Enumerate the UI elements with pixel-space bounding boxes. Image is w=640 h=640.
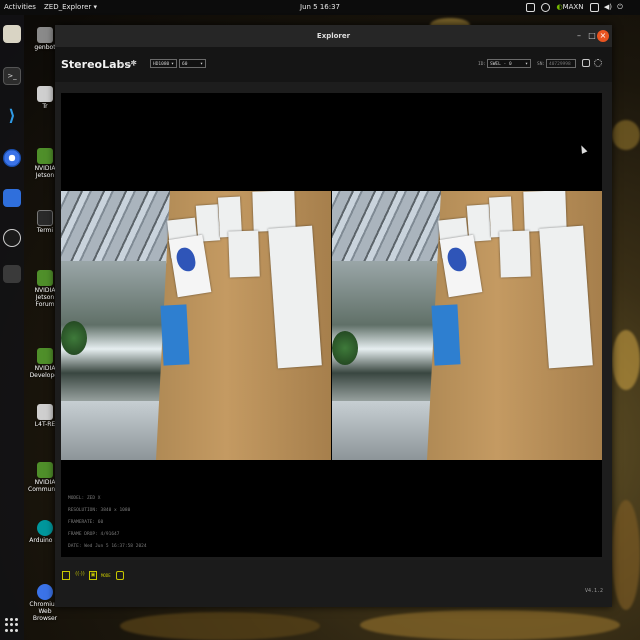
- desktop: Activities ZED_Explorer ▾ Jun 5 16:37 ◐M…: [0, 0, 640, 640]
- desktop-icon-label: L4T-RE: [34, 421, 56, 428]
- camera-snapshot-icon[interactable]: [116, 571, 124, 580]
- system-tray[interactable]: ◐MAXN ◀) ⏻: [522, 0, 623, 15]
- app-header: StereoLabs* LIVE HD1080 ▾ 60 ▾ ID: SWEL - …: [55, 47, 612, 82]
- volume-icon[interactable]: ◀): [604, 3, 612, 11]
- app-menu-label: ZED_Explorer: [44, 3, 92, 11]
- activities-button[interactable]: Activities: [4, 0, 36, 15]
- chromium-icon: [37, 584, 53, 600]
- resolution-value: HD1080: [153, 62, 170, 67]
- desktop-icon-label: NVIDIA Jetson Forum: [34, 287, 56, 308]
- zed-explorer-icon[interactable]: [3, 265, 21, 283]
- wallpaper-bokeh: [120, 612, 320, 640]
- top-bar: Activities ZED_Explorer ▾ Jun 5 16:37 ◐M…: [0, 0, 640, 15]
- camera-id-select[interactable]: SWEL - 0 ▾: [487, 59, 531, 68]
- refresh-icon[interactable]: [582, 59, 590, 67]
- nvidia-icon: [37, 148, 53, 164]
- serial-number-field: 40729998: [546, 59, 576, 68]
- vscode-icon[interactable]: ⟩: [3, 107, 21, 125]
- fps-select[interactable]: 60 ▾: [179, 59, 206, 68]
- video-mode-icon[interactable]: ▣: [89, 571, 97, 580]
- left-camera-image: [61, 191, 331, 460]
- streaming-icon[interactable]: ((·)): [75, 571, 85, 580]
- arduino-icon: [37, 520, 53, 536]
- wallpaper-bokeh: [360, 610, 620, 640]
- network-wired-icon[interactable]: [589, 2, 599, 12]
- files-icon[interactable]: [3, 25, 21, 43]
- wallpaper-bokeh: [612, 500, 640, 610]
- serial-number-value: 40729998: [549, 62, 571, 67]
- nvidia-icon: [37, 348, 53, 364]
- show-apps-icon[interactable]: [5, 618, 19, 632]
- file-icon[interactable]: [62, 571, 70, 580]
- camera-view[interactable]: MODEL: ZED X RESOLUTION: 3840 x 1080 FRA…: [61, 93, 602, 557]
- settings-gear-icon[interactable]: [594, 59, 602, 67]
- window-titlebar[interactable]: Explorer – □ ×: [55, 25, 612, 47]
- version-label: V4.1.2: [584, 588, 603, 594]
- minimize-button[interactable]: –: [573, 30, 585, 42]
- app-menu[interactable]: ZED_Explorer ▾: [44, 0, 97, 15]
- mode-label: MODE: [101, 573, 111, 578]
- info-date: DATE: Wed Jun 5 16:37:58 2024: [68, 544, 147, 549]
- nvidia-icon: [37, 462, 53, 478]
- nvidia-icon: [37, 270, 53, 286]
- network-icon[interactable]: [541, 2, 551, 12]
- trash-icon: [37, 86, 53, 102]
- sn-label: SN:: [537, 62, 546, 67]
- terminal-icon: [37, 210, 53, 226]
- explorer-window: Explorer – □ × StereoLabs* LIVE HD1080 ▾ …: [55, 25, 612, 607]
- desktop-icon-label: NVIDIA Jetson: [34, 165, 56, 179]
- wallpaper-bokeh: [612, 120, 640, 150]
- terminal-icon[interactable]: >_: [3, 67, 21, 85]
- desktop-icon-label: Termi: [36, 227, 54, 234]
- chevron-down-icon: ▾: [199, 61, 203, 67]
- desktop-icon-label: genbot: [34, 44, 56, 51]
- chevron-down-icon: ▾: [170, 61, 174, 67]
- document-icon: [37, 404, 53, 420]
- right-camera-image: [332, 191, 602, 460]
- camera-id-value: SWEL - 0: [490, 62, 512, 67]
- tray-app-icon[interactable]: [526, 2, 535, 12]
- window-title: Explorer: [316, 32, 351, 40]
- fps-value: 60: [182, 62, 188, 67]
- close-button[interactable]: ×: [597, 30, 609, 42]
- info-frame-drop: FRAME DROP: 4/91647: [68, 532, 120, 537]
- live-label: LIVE: [122, 62, 137, 68]
- power-icon[interactable]: ⏻: [617, 3, 623, 11]
- home-folder-icon: [37, 27, 53, 43]
- dock: >_ ⟩: [0, 15, 24, 640]
- id-label: ID:: [478, 62, 487, 67]
- power-mode-label: MAXN: [562, 3, 584, 11]
- screenshot-app-icon[interactable]: [3, 189, 21, 207]
- chromium-icon[interactable]: [3, 149, 21, 167]
- wallpaper-bokeh: [612, 330, 640, 390]
- resolution-select[interactable]: HD1080 ▾: [150, 59, 177, 68]
- bottom-toolbar: ((·)) ▣ MODE V4.1.2: [55, 560, 612, 607]
- clock[interactable]: Jun 5 16:37: [300, 0, 340, 15]
- info-resolution: RESOLUTION: 3840 x 1080: [68, 508, 131, 513]
- obs-icon[interactable]: [3, 229, 21, 247]
- camera-info-overlay: MODEL: ZED X RESOLUTION: 3840 x 1080 FRA…: [68, 493, 147, 553]
- chevron-down-icon: ▾: [524, 61, 528, 67]
- info-framerate: FRAMERATE: 60: [68, 520, 104, 525]
- info-model: MODEL: ZED X: [68, 496, 101, 501]
- mouse-cursor-icon: [578, 144, 588, 154]
- desktop-icon-label: Tr: [42, 103, 48, 110]
